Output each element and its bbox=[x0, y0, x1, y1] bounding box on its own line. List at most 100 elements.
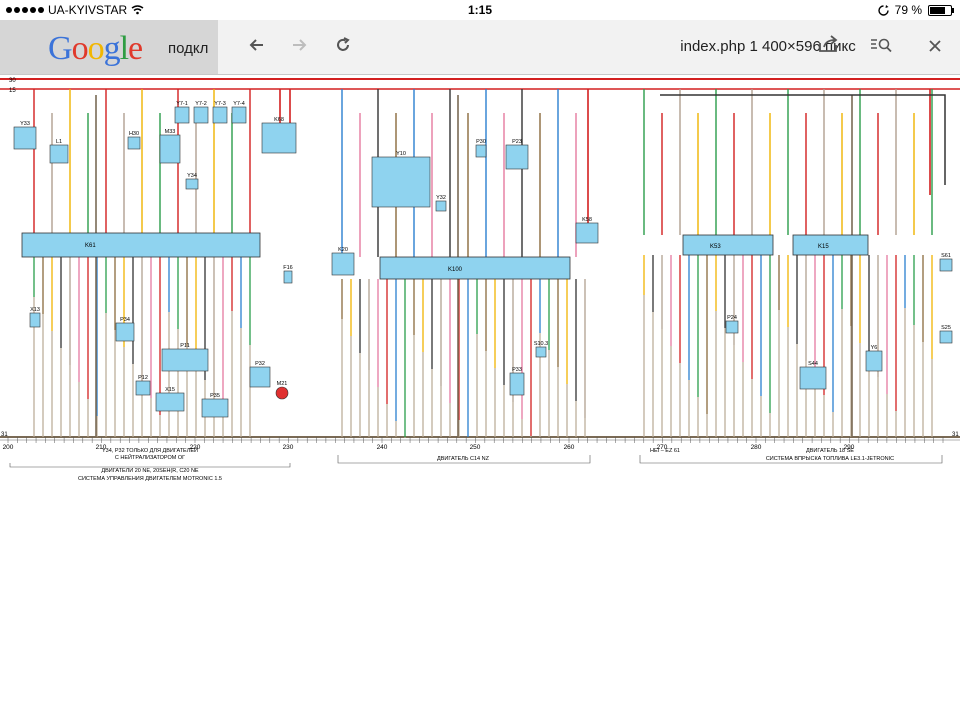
reader-search-button[interactable] bbox=[868, 34, 894, 60]
component-y7-2 bbox=[193, 106, 209, 124]
section1-note2: С НЕЙТРАЛИЗАТОРОМ ОГ bbox=[115, 453, 185, 461]
component-p33 bbox=[509, 372, 525, 396]
wiring-diagram: 30 15 31 31 K61 K100 K53 K15 Y33 L1 H30 M33… bbox=[0, 78, 960, 482]
component-label: S10.3 bbox=[534, 341, 548, 347]
section1-caption: ДВИГАТЕЛИ 20 NE, 20SEH(R, C20 NE bbox=[101, 468, 199, 474]
component-label: S44 bbox=[808, 361, 818, 367]
control-block-k100-label: K100 bbox=[448, 267, 463, 273]
control-block-k15-label: K15 bbox=[818, 244, 829, 250]
status-bar: UA-KYIVSTAR 1:15 79 % bbox=[0, 0, 960, 20]
section3-left-caption: HEI – EZ 61 bbox=[650, 448, 680, 454]
component-l1 bbox=[49, 144, 69, 164]
reload-button[interactable] bbox=[330, 34, 356, 60]
close-button[interactable] bbox=[922, 34, 948, 60]
control-block-k15 bbox=[792, 234, 869, 256]
section3-caption: ДВИГАТЕЛЬ 18 SE bbox=[806, 448, 854, 454]
component-label: K58 bbox=[582, 217, 592, 223]
component-label: Y34 bbox=[187, 173, 197, 179]
component-label: S61 bbox=[941, 253, 951, 259]
control-block-k100 bbox=[379, 256, 571, 280]
bus-label-15: 15 bbox=[9, 88, 16, 94]
component-p30 bbox=[475, 144, 487, 158]
back-button[interactable] bbox=[244, 34, 270, 60]
google-logo: Google bbox=[48, 30, 143, 67]
component-f16 bbox=[283, 270, 293, 284]
component-label: S25 bbox=[941, 325, 951, 331]
control-block-k61 bbox=[21, 232, 261, 258]
component-label: K68 bbox=[274, 117, 284, 123]
component-k58 bbox=[575, 222, 599, 244]
component-y7-1 bbox=[174, 106, 190, 124]
component-y32 bbox=[435, 200, 447, 212]
component-label: P11 bbox=[180, 343, 189, 349]
component-label: Y7-4 bbox=[233, 101, 245, 107]
battery-percent: 79 % bbox=[894, 3, 922, 17]
component-label: P12 bbox=[138, 375, 148, 381]
component-y7-4 bbox=[231, 106, 247, 124]
component-p11 bbox=[161, 348, 209, 372]
component-s25 bbox=[939, 330, 953, 344]
component-label: F16 bbox=[283, 265, 292, 271]
ruler-label: 250 bbox=[470, 444, 481, 451]
component-p35 bbox=[201, 398, 229, 418]
rotation-lock-icon bbox=[877, 4, 889, 16]
component-label: L1 bbox=[56, 139, 62, 145]
component-p24 bbox=[725, 320, 739, 334]
component-label: Y33 bbox=[20, 121, 30, 127]
component-k20 bbox=[331, 252, 355, 276]
component-label: Y32 bbox=[436, 195, 446, 201]
section2-caption: ДВИГАТЕЛЬ C14 NZ bbox=[437, 456, 490, 462]
tab-google[interactable]: Google подкл bbox=[0, 20, 218, 74]
clock: 1:15 bbox=[467, 3, 493, 17]
ruler-label: 200 bbox=[3, 444, 14, 451]
component-label: P32 bbox=[255, 361, 265, 367]
component-label: X13 bbox=[30, 307, 40, 313]
control-block-k53 bbox=[682, 234, 774, 256]
ruler-label: 260 bbox=[564, 444, 575, 451]
component-label: Y10 bbox=[396, 151, 406, 157]
forward-button[interactable] bbox=[286, 34, 312, 60]
component-m33 bbox=[159, 134, 181, 164]
control-block-k53-label: K53 bbox=[710, 244, 721, 250]
component-m21 bbox=[275, 386, 289, 400]
component-label: P33 bbox=[512, 367, 522, 373]
share-icon bbox=[819, 35, 838, 52]
section1-caption2: СИСТЕМА УПРАВЛЕНИЯ ДВИГАТЕЛЕМ MOTRONIC 1… bbox=[78, 476, 222, 482]
component-label: Y7-2 bbox=[195, 101, 207, 107]
ruler-label: 240 bbox=[377, 444, 388, 451]
component-s44 bbox=[799, 366, 827, 390]
tab-label: подкл bbox=[168, 40, 209, 57]
ruler-label: 230 bbox=[283, 444, 294, 451]
section3-caption2: СИСТЕМА ВПРЫСКА ТОПЛИВА LE3.1-JETRONIC bbox=[766, 456, 894, 462]
component-s10-3 bbox=[535, 346, 547, 358]
component-p23 bbox=[505, 144, 529, 170]
component-label: M33 bbox=[165, 129, 176, 135]
ruler-label: 280 bbox=[751, 444, 762, 451]
component-label: X15 bbox=[165, 387, 175, 393]
component-p12 bbox=[135, 380, 151, 396]
component-label: Y7-1 bbox=[176, 101, 188, 107]
component-label: P35 bbox=[210, 393, 220, 399]
component-s61 bbox=[939, 258, 953, 272]
component-y33 bbox=[13, 126, 37, 150]
back-arrow-icon bbox=[249, 39, 263, 51]
browser-toolbar: Google подкл index.php 1 400×596 пикс bbox=[0, 20, 960, 75]
tab-current: index.php 1 400×596 пикс bbox=[218, 20, 960, 74]
component-label: K20 bbox=[338, 247, 348, 253]
component-label: M21 bbox=[277, 381, 288, 387]
control-block-k61-label: K61 bbox=[85, 243, 96, 249]
component-label: P24 bbox=[727, 315, 737, 321]
component-p32 bbox=[249, 366, 271, 388]
component-x13 bbox=[29, 312, 41, 328]
share-button[interactable] bbox=[816, 34, 842, 60]
component-label: P30 bbox=[476, 139, 486, 145]
component-label: H30 bbox=[129, 131, 139, 137]
close-icon bbox=[929, 40, 941, 52]
component-label: Y6 bbox=[871, 345, 878, 351]
section1-note: Y34, P32 ТОЛЬКО ДЛЯ ДВИГАТЕЛЕЙ bbox=[102, 446, 198, 454]
component-label: P34 bbox=[120, 317, 130, 323]
search-list-icon bbox=[871, 38, 892, 53]
component-y6 bbox=[865, 350, 883, 372]
bus-label-30: 30 bbox=[9, 78, 16, 84]
component-y10 bbox=[371, 156, 431, 208]
